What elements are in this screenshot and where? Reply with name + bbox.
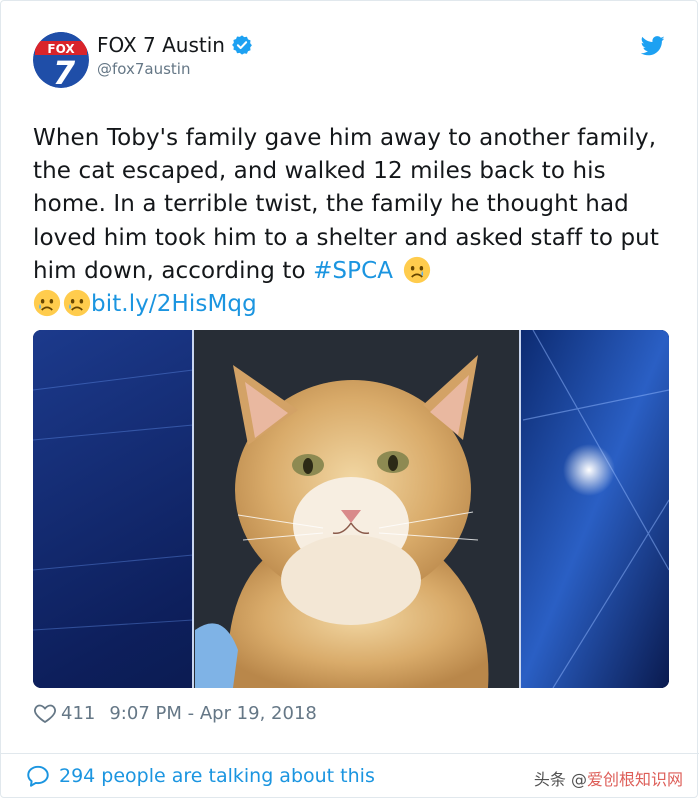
tweet-text: When Toby's family gave him away to anot… bbox=[33, 122, 673, 321]
tweet-timestamp[interactable]: 9:07 PM - Apr 19, 2018 bbox=[109, 703, 316, 724]
avatar[interactable]: FOX 7 bbox=[33, 32, 89, 88]
tweet-media-image[interactable] bbox=[33, 330, 669, 688]
talking-count-text: 294 people are talking about this bbox=[59, 765, 375, 787]
watermark-prefix: 头条 @ bbox=[533, 770, 587, 789]
speech-bubble-icon bbox=[27, 765, 49, 787]
tweet-meta: 411 9:07 PM - Apr 19, 2018 bbox=[33, 701, 317, 725]
svg-text:7: 7 bbox=[53, 54, 76, 88]
hashtag-link[interactable]: #SPCA bbox=[313, 258, 393, 284]
account-handle[interactable]: @fox7austin bbox=[97, 60, 191, 78]
verified-badge-icon bbox=[232, 35, 252, 55]
watermark-brand: 爱创根知识网 bbox=[586, 770, 683, 789]
watermark: 头条 @爱创根知识网 bbox=[534, 766, 683, 790]
crying-face-icon bbox=[33, 289, 61, 317]
account-name[interactable]: FOX 7 Austin bbox=[97, 33, 225, 57]
fox7-logo-icon: FOX 7 bbox=[33, 32, 89, 88]
divider bbox=[1, 753, 699, 754]
conversation-link[interactable]: 294 people are talking about this bbox=[25, 763, 375, 789]
twitter-bird-icon[interactable] bbox=[641, 35, 665, 57]
crying-face-icon bbox=[403, 256, 430, 283]
shortened-link[interactable]: bit.ly/2HisMqg bbox=[91, 291, 257, 317]
account-name-row: FOX 7 Austin bbox=[97, 33, 253, 57]
crying-face-icon bbox=[63, 289, 91, 317]
tweet-card: FOX 7 FOX 7 Austin @fox7austin When Toby… bbox=[0, 0, 699, 798]
like-count[interactable]: 411 bbox=[61, 703, 95, 724]
heart-icon[interactable] bbox=[33, 701, 57, 725]
cat-photo bbox=[33, 330, 669, 688]
